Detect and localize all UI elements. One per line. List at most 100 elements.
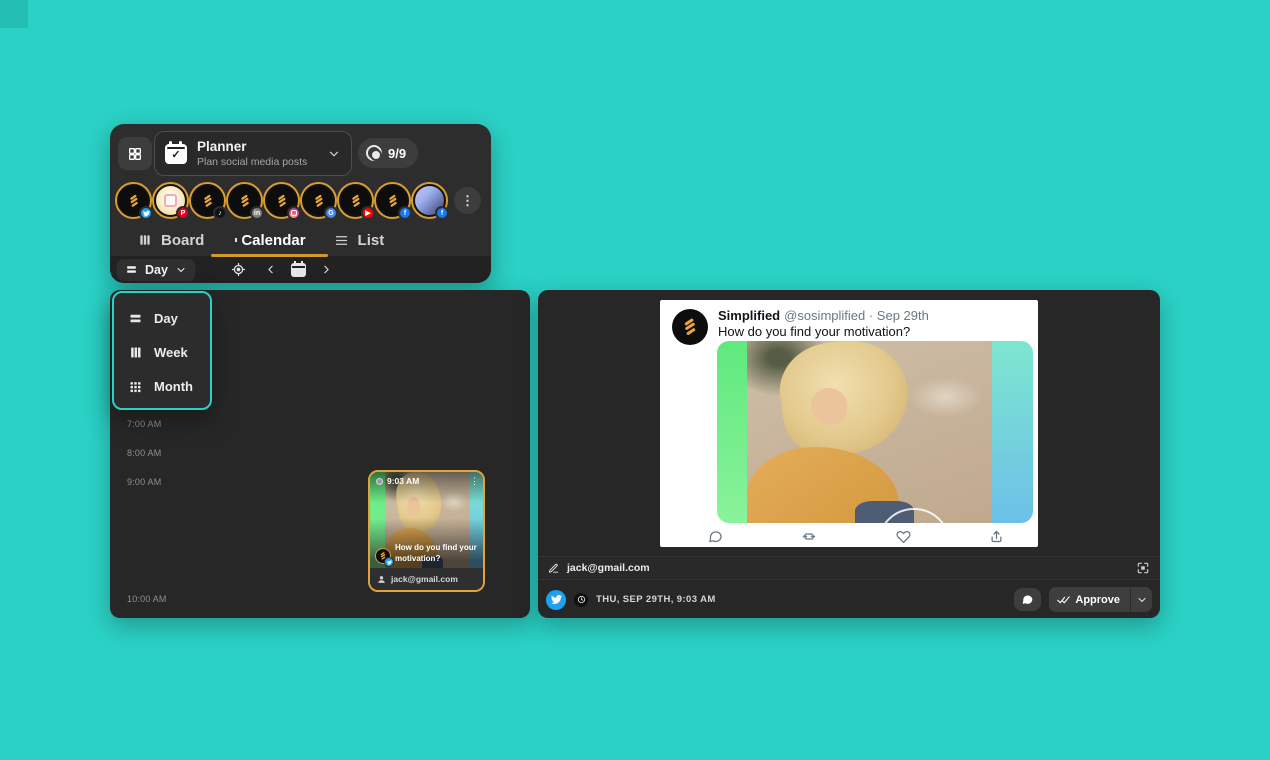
- account-avatar-instagram[interactable]: [263, 182, 300, 219]
- post-account-avatar: [375, 548, 391, 564]
- post-menu-icon[interactable]: ⋮: [470, 477, 479, 486]
- approve-options-button[interactable]: [1130, 587, 1152, 612]
- account-avatar-tiktok[interactable]: ♪: [189, 182, 226, 219]
- menu-item-week[interactable]: Week: [114, 335, 210, 369]
- tweet-action-bar: [706, 527, 1006, 546]
- editor-account-label: jack@gmail.com: [567, 562, 650, 574]
- accounts-more-button[interactable]: ⋮: [454, 187, 481, 214]
- chevron-down-icon: [175, 264, 187, 276]
- view-mode-dropdown[interactable]: Day: [117, 259, 195, 281]
- tweet-image: [717, 341, 1033, 523]
- calendar-icon: [291, 263, 306, 277]
- account-avatar-linkedin[interactable]: in: [226, 182, 263, 219]
- account-avatar-pinterest[interactable]: P: [152, 182, 189, 219]
- background-corner-square: [0, 0, 28, 28]
- tab-board[interactable]: Board: [124, 232, 218, 249]
- time-label: 10:00 AM: [127, 594, 167, 604]
- chevron-down-icon: [327, 147, 341, 161]
- facebook-badge-icon: f: [435, 206, 449, 220]
- post-thumbnail: 9:03 AM ⋮ How do you find your motivatio…: [370, 472, 483, 568]
- planner-calendar-check-icon: [165, 144, 187, 164]
- pencil-icon: [548, 563, 559, 574]
- approve-split-button: Approve: [1049, 587, 1152, 612]
- next-day-button[interactable]: [320, 263, 333, 276]
- menu-item-label: Month: [154, 379, 193, 394]
- active-tab-indicator: [211, 254, 328, 257]
- view-mode-menu: Day Week Month: [112, 291, 212, 410]
- tab-label: Calendar: [241, 232, 305, 249]
- tweet-author: Simplified: [718, 308, 780, 323]
- month-grid-icon: [128, 379, 143, 394]
- post-status-bar: THU, SEP 29TH, 9:03 AM Approve: [538, 581, 1160, 618]
- desktop-background: { "colors": { "accent": "#2BD1C6", "gold…: [0, 0, 1270, 760]
- like-icon[interactable]: [894, 527, 913, 546]
- menu-item-label: Week: [154, 345, 188, 360]
- time-label: 9:00 AM: [127, 477, 161, 487]
- connected-accounts-row: P ♪in G▶ f f: [115, 182, 448, 219]
- image-green-bar: [717, 341, 747, 523]
- instagram-badge-icon: [287, 206, 301, 220]
- tab-list[interactable]: List: [320, 232, 399, 249]
- reply-icon[interactable]: [706, 527, 725, 546]
- time-label: 7:00 AM: [127, 419, 161, 429]
- accounts-count-label: 9/9: [388, 146, 406, 161]
- double-check-icon: [1057, 593, 1070, 606]
- prev-day-button[interactable]: [264, 263, 277, 276]
- list-lines-icon: [334, 233, 349, 248]
- schedule-datetime-label: THU, SEP 29TH, 9:03 AM: [596, 594, 716, 605]
- pending-clock-icon: [376, 478, 383, 485]
- comments-button[interactable]: [1014, 588, 1041, 611]
- scheduled-post-card[interactable]: 9:03 AM ⋮ How do you find your motivatio…: [368, 470, 485, 592]
- account-avatar-facebook[interactable]: f: [374, 182, 411, 219]
- day-rows-icon: [125, 263, 138, 276]
- twitter-badge-icon: [384, 557, 394, 567]
- retweet-icon[interactable]: [799, 527, 819, 546]
- menu-item-month[interactable]: Month: [114, 369, 210, 403]
- menu-item-day[interactable]: Day: [114, 301, 210, 335]
- planner-title: Planner: [197, 139, 327, 155]
- account-avatar-twitter[interactable]: [115, 182, 152, 219]
- simplified-logo-avatar: [672, 309, 708, 345]
- planner-subtitle: Plan social media posts: [197, 156, 327, 168]
- tweet-meta: @sosimplified · Sep 29th: [784, 308, 929, 323]
- view-tabs: Board Calendar List: [124, 226, 398, 254]
- tweet-preview-card: Simplified @sosimplified · Sep 29th How d…: [660, 300, 1038, 547]
- post-account-label: jack@gmail.com: [391, 574, 458, 584]
- day-rows-icon: [128, 311, 143, 326]
- chevron-right-icon: [320, 263, 333, 276]
- comment-bubble-icon: [1021, 593, 1034, 606]
- tab-label: Board: [161, 232, 204, 249]
- more-vertical-icon: ⋮: [461, 193, 474, 208]
- apps-grid-button[interactable]: [118, 137, 152, 170]
- tweet-text: How do you find your motivation?: [718, 324, 910, 339]
- twitter-badge-icon: [139, 206, 153, 220]
- planner-toolbar-panel: Planner Plan social media posts 9/9 P ♪in…: [110, 124, 491, 283]
- account-avatar-youtube[interactable]: ▶: [337, 182, 374, 219]
- account-avatar-google[interactable]: G: [300, 182, 337, 219]
- accounts-selected-icon: [366, 145, 382, 161]
- tiktok-badge-icon: ♪: [213, 206, 227, 220]
- schedule-clock-icon: [574, 593, 588, 607]
- chevron-left-icon: [264, 263, 277, 276]
- approve-label: Approve: [1075, 594, 1120, 606]
- planner-selector[interactable]: Planner Plan social media posts: [154, 131, 352, 176]
- post-account-row: jack@gmail.com: [370, 568, 483, 590]
- approve-button[interactable]: Approve: [1049, 587, 1130, 612]
- account-edit-row[interactable]: jack@gmail.com: [538, 556, 1160, 580]
- expand-post-button[interactable]: [1136, 561, 1150, 575]
- accounts-count-button[interactable]: 9/9: [358, 138, 418, 168]
- tab-calendar[interactable]: Calendar: [218, 232, 319, 249]
- view-mode-label: Day: [145, 263, 168, 277]
- account-avatar-facebook[interactable]: f: [411, 182, 448, 219]
- pinterest-badge-icon: P: [176, 206, 190, 220]
- facebook-badge-icon: f: [398, 206, 412, 220]
- target-icon: [231, 262, 246, 277]
- google-badge-icon: G: [324, 206, 338, 220]
- date-picker-button[interactable]: [291, 263, 306, 277]
- twitter-platform-icon: [546, 590, 566, 610]
- today-locate-button[interactable]: [231, 262, 246, 277]
- grid-icon: [127, 146, 143, 162]
- post-time-label: 9:03 AM: [387, 476, 419, 486]
- share-icon[interactable]: [987, 527, 1006, 546]
- post-preview-panel: Simplified @sosimplified · Sep 29th How d…: [538, 290, 1160, 618]
